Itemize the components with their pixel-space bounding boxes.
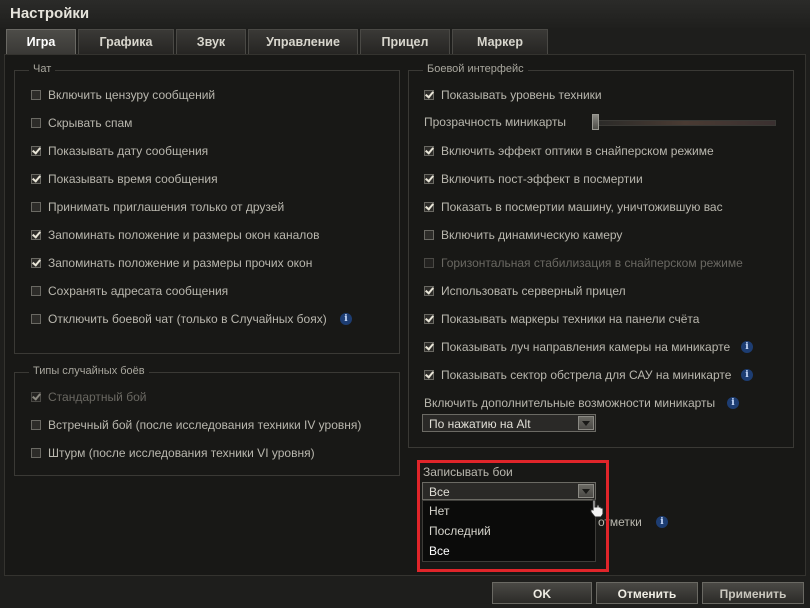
minimap-extra-select[interactable]: По нажатию на Alt	[422, 414, 596, 432]
minimap-opacity-slider[interactable]	[594, 120, 776, 126]
checkbox-checked[interactable]	[31, 174, 41, 184]
checkbox-row[interactable]: Сохранять адресата сообщения	[31, 283, 228, 299]
checkbox-unchecked[interactable]	[424, 230, 434, 240]
tab-sight[interactable]: Прицел	[360, 29, 450, 54]
checkbox-label: Включить динамическую камеру	[441, 228, 623, 242]
apply-button[interactable]: Применить	[702, 582, 804, 604]
tab-graphics[interactable]: Графика	[78, 29, 174, 54]
checkbox-row[interactable]: Запоминать положение и размеры окон кана…	[31, 227, 319, 243]
minimap-opacity-slider-thumb[interactable]	[592, 114, 599, 130]
checkbox-row[interactable]: Принимать приглашения только от друзей	[31, 199, 284, 215]
checkbox-label: Скрывать спам	[48, 116, 133, 130]
checkbox-row[interactable]: Показывать маркеры техники на панели счё…	[424, 311, 699, 327]
checkbox-checked[interactable]	[424, 146, 434, 156]
checkbox-unchecked[interactable]	[31, 448, 41, 458]
checkbox-row[interactable]: Запоминать положение и размеры прочих ок…	[31, 255, 312, 271]
checkbox-checked[interactable]	[31, 258, 41, 268]
checkbox-checked[interactable]	[424, 202, 434, 212]
minimap-extra-info-icon[interactable]: i	[727, 397, 739, 409]
checkbox-row: Горизонтальная стабилизация в снайперско…	[424, 255, 743, 271]
minimap-opacity-label: Прозрачность миникарты	[424, 115, 567, 129]
checkbox-row[interactable]: Отключить боевой чат (только в Случайных…	[31, 311, 327, 327]
checkbox-row[interactable]: Штурм (после исследования техники VI уро…	[31, 445, 315, 461]
checkbox-label: Показывать дату сообщения	[48, 144, 209, 158]
checkbox-checked[interactable]	[424, 286, 434, 296]
checkbox-label: Горизонтальная стабилизация в снайперско…	[441, 256, 743, 270]
checkbox-row[interactable]: Показывать луч направления камеры на мин…	[424, 339, 730, 355]
checkbox-unchecked[interactable]	[31, 286, 41, 296]
checkbox-label: Принимать приглашения только от друзей	[48, 200, 285, 214]
cancel-button[interactable]: Отменить	[596, 582, 698, 604]
tab-sound[interactable]: Звук	[176, 29, 246, 54]
checkbox-label: Включить пост-эффект в посмертии	[441, 172, 643, 186]
checkbox-row[interactable]: Показывать дату сообщения	[31, 143, 208, 159]
checkbox-label: Показывать луч направления камеры на мин…	[441, 340, 731, 354]
checkbox-row[interactable]: Включить цензуру сообщений	[31, 87, 215, 103]
title-bar: Настройки	[0, 0, 810, 28]
checkbox-row[interactable]: Включить динамическую камеру	[424, 227, 622, 243]
window-title: Настройки	[10, 5, 90, 22]
tab-controls[interactable]: Управление	[248, 29, 358, 54]
tab-game[interactable]: Игра	[6, 29, 76, 54]
checkbox-label: Показывать маркеры техники на панели счё…	[441, 312, 700, 326]
info-icon[interactable]: i	[741, 369, 753, 381]
combat-ui-legend: Боевой интерфейс	[423, 63, 528, 75]
minimap-extra-label: Включить дополнительные возможности мини…	[424, 396, 716, 410]
checkbox-unchecked[interactable]	[31, 314, 41, 324]
checkbox-label: Сохранять адресата сообщения	[48, 284, 229, 298]
checkbox-unchecked[interactable]	[31, 90, 41, 100]
checkbox-row[interactable]: Использовать серверный прицел	[424, 283, 626, 299]
checkbox-label: Показывать уровень техники	[441, 88, 602, 102]
checkbox-checked[interactable]	[424, 90, 434, 100]
checkbox-row[interactable]: Показывать уровень техники	[424, 87, 602, 103]
checkbox-checked[interactable]	[424, 342, 434, 352]
checkbox-row[interactable]: Показать в посмертии машину, уничтожившу…	[424, 199, 723, 215]
hand-cursor-icon	[590, 499, 604, 518]
checkbox-checked[interactable]	[424, 370, 434, 380]
checkbox-label: Стандартный бой	[48, 390, 147, 404]
info-icon[interactable]: i	[741, 341, 753, 353]
checkbox-unchecked[interactable]	[31, 118, 41, 128]
checkbox-label: Включить эффект оптики в снайперском реж…	[441, 144, 714, 158]
checkbox-row[interactable]: Скрывать спам	[31, 115, 132, 131]
tab-marker[interactable]: Маркер	[452, 29, 548, 54]
ok-button[interactable]: OK	[492, 582, 592, 604]
checkbox-checked	[31, 392, 41, 402]
checkbox-label: Штурм (после исследования техники VI уро…	[48, 446, 315, 460]
checkbox-label: Использовать серверный прицел	[441, 284, 626, 298]
checkbox-row[interactable]: Включить пост-эффект в посмертии	[424, 171, 643, 187]
checkbox-label: Запоминать положение и размеры окон кана…	[48, 228, 320, 242]
minimap-extra-select-value: По нажатию на Alt	[429, 417, 531, 431]
battle-types-legend: Типы случайных боёв	[29, 365, 149, 377]
checkbox-checked[interactable]	[31, 230, 41, 240]
checkbox-checked[interactable]	[31, 146, 41, 156]
partial-info-icon[interactable]: i	[656, 516, 668, 528]
checkbox-unchecked	[424, 258, 434, 268]
checkbox-row[interactable]: Встречный бой (после исследования техник…	[31, 417, 361, 433]
checkbox-row[interactable]: Показывать время сообщения	[31, 171, 218, 187]
checkbox-checked[interactable]	[424, 314, 434, 324]
checkbox-label: Показывать время сообщения	[48, 172, 218, 186]
checkbox-label: Показать в посмертии машину, уничтожившу…	[441, 200, 723, 214]
checkbox-row: Стандартный бой	[31, 389, 146, 405]
checkbox-unchecked[interactable]	[31, 420, 41, 430]
checkbox-unchecked[interactable]	[31, 202, 41, 212]
highlight-box	[417, 460, 609, 572]
checkbox-label: Показывать сектор обстрела для САУ на ми…	[441, 368, 732, 382]
checkbox-label: Отключить боевой чат (только в Случайных…	[48, 312, 327, 326]
checkbox-checked[interactable]	[424, 174, 434, 184]
checkbox-label: Включить цензуру сообщений	[48, 88, 216, 102]
chat-legend: Чат	[29, 63, 56, 75]
chevron-down-icon[interactable]	[578, 416, 594, 430]
info-icon[interactable]: i	[340, 313, 352, 325]
checkbox-row[interactable]: Включить эффект оптики в снайперском реж…	[424, 143, 714, 159]
checkbox-label: Запоминать положение и размеры прочих ок…	[48, 256, 313, 270]
checkbox-row[interactable]: Показывать сектор обстрела для САУ на ми…	[424, 367, 731, 383]
checkbox-label: Встречный бой (после исследования техник…	[48, 418, 362, 432]
